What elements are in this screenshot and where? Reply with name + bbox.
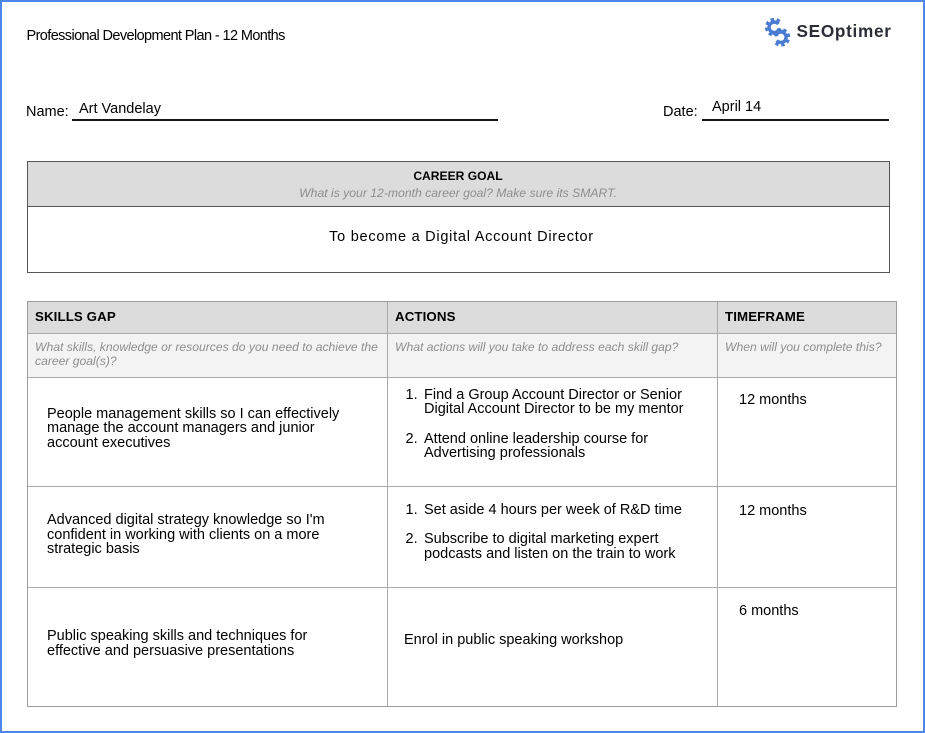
actions-cell-row1: 1. Find a Group Account Director or Seni… (388, 378, 718, 487)
actions-cell-row3: Enrol in public speaking workshop (388, 588, 718, 707)
action-item: 2. Attend online leadership course for A… (406, 432, 702, 461)
document-title: Professional Development Plan - 12 Month… (27, 28, 285, 44)
action-item-number: 1. (406, 388, 425, 417)
date-underline (702, 119, 889, 121)
action-item-text: Subscribe to digital marketing expert po… (424, 532, 701, 561)
timeframe-cell-row3: 6 months (718, 588, 896, 707)
date-value: April 14 (712, 100, 761, 115)
column-header-actions: ACTIONS (388, 302, 718, 334)
name-label: Name: (26, 105, 69, 120)
career-goal-subtitle: What is your 12-month career goal? Make … (28, 186, 889, 201)
seoptimer-logo: SEOptimer (764, 17, 894, 48)
seoptimer-logo-text: SEOptimer (797, 23, 892, 40)
skills-gap-cell-row3: Public speaking skills and techniques fo… (28, 588, 388, 707)
actions-cell-row2: 1. Set aside 4 hours per week of R&D tim… (388, 487, 718, 588)
column-header-skills-gap: SKILLS GAP (28, 302, 388, 334)
skills-gap-cell-row1: People management skills so I can effect… (28, 378, 388, 487)
action-item-text: Attend online leadership course for Adve… (424, 432, 701, 461)
column-subtitle-skills-gap: What skills, knowledge or resources do y… (28, 334, 388, 379)
date-label: Date: (663, 105, 698, 120)
career-goal-title: CAREER GOAL (28, 170, 889, 184)
skills-table: SKILLS GAP ACTIONS TIMEFRAME What skills… (27, 301, 897, 707)
name-value: Art Vandelay (79, 102, 161, 117)
action-item-number: 1. (406, 503, 425, 518)
action-item-number: 2. (406, 432, 425, 461)
column-subtitle-actions: What actions will you take to address ea… (388, 334, 718, 379)
seoptimer-gear-icon (763, 16, 792, 49)
action-item-text: Find a Group Account Director or Senior … (424, 388, 701, 417)
career-goal-box: CAREER GOAL What is your 12-month career… (27, 161, 890, 273)
name-underline (72, 119, 498, 121)
action-item: 1. Find a Group Account Director or Seni… (406, 388, 702, 417)
timeframe-cell-row1: 12 months (718, 378, 896, 487)
action-item: 1. Set aside 4 hours per week of R&D tim… (406, 503, 702, 518)
action-item: Enrol in public speaking workshop (404, 633, 701, 648)
skills-gap-cell-row2: Advanced digital strategy knowledge so I… (28, 487, 388, 588)
action-item-number: 2. (406, 532, 425, 561)
column-subtitle-timeframe: When will you complete this? (718, 334, 896, 379)
career-goal-value: To become a Digital Account Director (28, 207, 889, 246)
action-item: 2. Subscribe to digital marketing expert… (406, 532, 702, 561)
action-item-text: Enrol in public speaking workshop (404, 633, 623, 648)
action-item-text: Set aside 4 hours per week of R&D time (424, 503, 682, 518)
column-header-timeframe: TIMEFRAME (718, 302, 896, 334)
timeframe-cell-row2: 12 months (718, 487, 896, 588)
career-goal-header: CAREER GOAL What is your 12-month career… (28, 162, 889, 207)
